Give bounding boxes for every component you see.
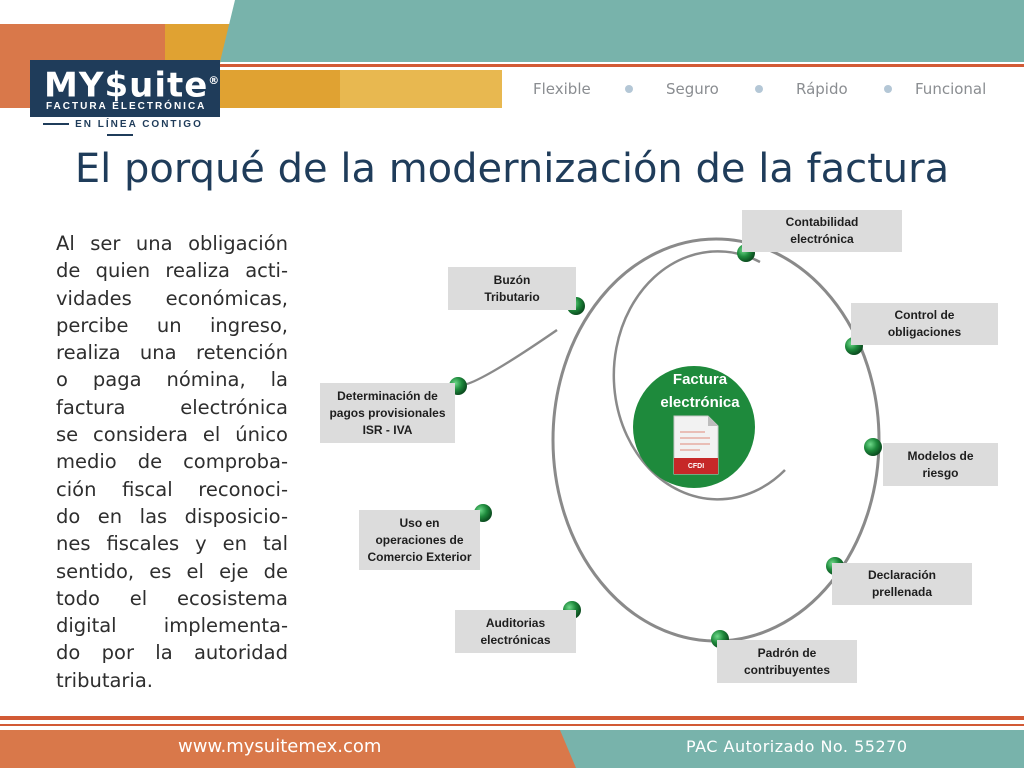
node-auditorias-electronicas: Auditorias electrónicas bbox=[455, 610, 576, 653]
node-label-line: Comercio Exterior bbox=[367, 549, 472, 564]
node-label-line: Tributario bbox=[484, 289, 540, 304]
center-title-line: Factura bbox=[672, 371, 728, 388]
node-label-line: Buzón bbox=[493, 272, 531, 287]
orbit-arc bbox=[457, 328, 558, 387]
footer-website-link[interactable]: www.mysuitemex.com bbox=[178, 736, 381, 757]
node-determinacion-pagos: Determinación de pagos provisionales ISR -… bbox=[320, 383, 455, 443]
node-label-line: electrónicas bbox=[480, 632, 551, 647]
node-label-line: contribuyentes bbox=[743, 662, 830, 677]
node-label-line: Padrón de bbox=[757, 645, 817, 660]
node-padron-contribuyentes: Padrón de contribuyentes bbox=[717, 640, 857, 683]
center-title-line: electrónica bbox=[660, 394, 740, 411]
node-buzon-tributario: Buzón Tributario bbox=[448, 267, 576, 310]
node-label-line: ISR - IVA bbox=[362, 422, 413, 437]
node-modelos-riesgo: Modelos de riesgo bbox=[883, 443, 998, 486]
node-label-line: Declaración bbox=[867, 568, 937, 582]
center-title: Factura electrónica bbox=[640, 368, 760, 414]
node-label-line: operaciones de bbox=[375, 532, 464, 547]
cfdi-label: CFDI bbox=[687, 463, 705, 470]
node-label-line: Contabilidad bbox=[785, 215, 859, 229]
node-contabilidad-electronica: Contabilidad electrónica bbox=[742, 210, 902, 252]
node-control-obligaciones: Control de obligaciones bbox=[851, 303, 998, 345]
node-dot-modelos bbox=[864, 438, 882, 456]
node-declaracion-prellenada: Declaración prellenada bbox=[832, 563, 972, 605]
node-label-line: riesgo bbox=[922, 465, 959, 480]
node-label-line: obligaciones bbox=[887, 325, 962, 339]
node-label-line: Control de bbox=[894, 308, 955, 322]
node-uso-comercio-exterior: Uso en operaciones de Comercio Exterior bbox=[359, 510, 480, 570]
node-label-line: Auditorias bbox=[485, 615, 546, 630]
node-label-line: Uso en bbox=[399, 515, 440, 530]
node-label-line: Determinación de bbox=[337, 388, 438, 403]
node-label-line: Modelos de bbox=[907, 448, 974, 463]
footer-pac-number: PAC Autorizado No. 55270 bbox=[686, 737, 908, 756]
node-label-line: pagos provisionales bbox=[329, 405, 446, 420]
node-label-line: prellenada bbox=[871, 585, 932, 599]
node-label-line: electrónica bbox=[790, 232, 854, 246]
